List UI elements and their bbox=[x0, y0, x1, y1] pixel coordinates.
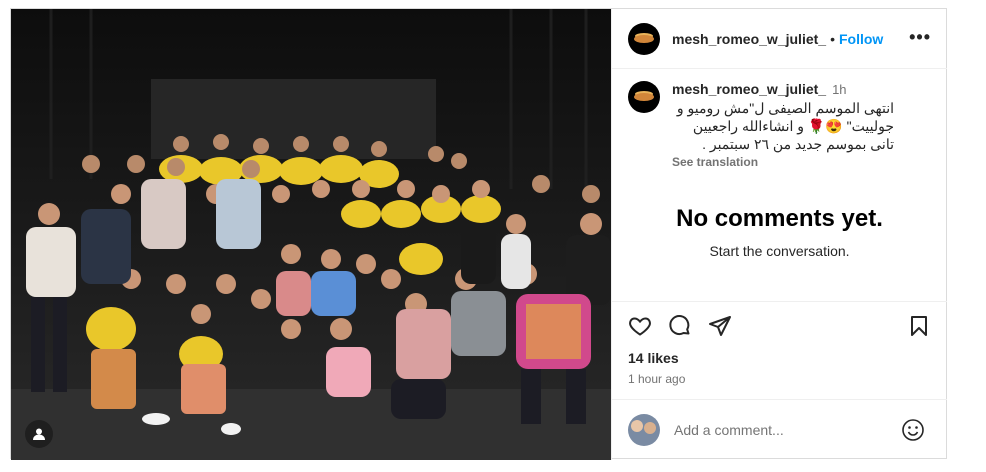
smiley-icon[interactable] bbox=[901, 418, 925, 447]
post-photo[interactable] bbox=[11, 9, 611, 460]
send-icon[interactable] bbox=[708, 314, 732, 343]
comment-input[interactable] bbox=[674, 422, 874, 438]
empty-comments: No comments yet. Start the conversation. bbox=[612, 205, 947, 259]
comment-bar bbox=[612, 399, 947, 460]
caption-text: انتهى الموسم الصيفى ل"مش روميو و جولييت"… bbox=[676, 100, 894, 152]
caption-timestamp[interactable]: 1h bbox=[832, 82, 846, 97]
post-caption: mesh_romeo_w_juliet_ 1h انتهى الموسم الصي… bbox=[612, 69, 947, 169]
separator-dot: • bbox=[830, 30, 835, 47]
post-actions: 14 likes 1 hour ago bbox=[612, 301, 947, 391]
author-username[interactable]: mesh_romeo_w_juliet_ bbox=[672, 31, 826, 47]
author-avatar[interactable] bbox=[628, 22, 660, 55]
caption-avatar[interactable] bbox=[628, 81, 660, 113]
post-sidebar: mesh_romeo_w_juliet_ • Follow ••• mesh_r… bbox=[611, 9, 947, 460]
user-tag-icon[interactable] bbox=[25, 420, 53, 448]
no-comments-title: No comments yet. bbox=[676, 205, 883, 232]
bookmark-icon[interactable] bbox=[907, 314, 931, 343]
more-options-icon[interactable]: ••• bbox=[909, 27, 931, 48]
heart-icon[interactable] bbox=[628, 314, 652, 343]
viewer-avatar bbox=[628, 414, 660, 446]
post-header: mesh_romeo_w_juliet_ • Follow ••• bbox=[612, 9, 947, 69]
post-modal: mesh_romeo_w_juliet_ • Follow ••• mesh_r… bbox=[10, 8, 947, 460]
likes-count[interactable]: 14 likes bbox=[628, 350, 679, 366]
caption-username[interactable]: mesh_romeo_w_juliet_ bbox=[672, 81, 826, 97]
comment-icon[interactable] bbox=[668, 314, 692, 343]
see-translation-link[interactable]: See translation bbox=[672, 155, 894, 169]
post-time-ago[interactable]: 1 hour ago bbox=[628, 372, 685, 386]
no-comments-subtitle: Start the conversation. bbox=[709, 243, 850, 259]
group-photo-illustration bbox=[11, 9, 611, 460]
follow-button[interactable]: Follow bbox=[839, 31, 883, 47]
